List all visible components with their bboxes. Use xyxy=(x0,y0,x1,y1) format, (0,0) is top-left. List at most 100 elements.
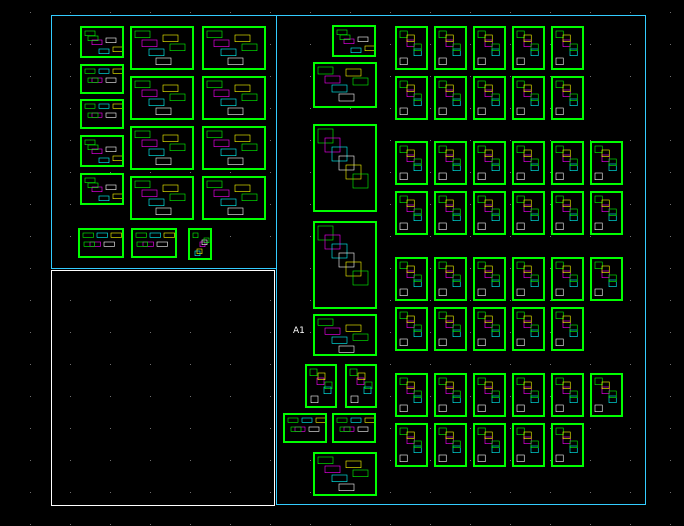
sheet-line xyxy=(608,279,617,287)
drawing-sheet-thumbnail[interactable] xyxy=(395,423,428,467)
sheet-content xyxy=(204,28,264,68)
drawing-sheet-thumbnail[interactable] xyxy=(188,228,212,260)
drawing-sheet-thumbnail[interactable] xyxy=(434,191,467,235)
drawing-sheet-thumbnail[interactable] xyxy=(283,413,327,443)
drawing-sheet-thumbnail[interactable] xyxy=(434,257,467,301)
drawing-sheet-thumbnail[interactable] xyxy=(473,76,506,120)
drawing-sheet-thumbnail[interactable] xyxy=(313,221,377,309)
sheet-line xyxy=(364,45,376,51)
grid-dot xyxy=(30,364,31,365)
drawing-sheet-thumbnail[interactable] xyxy=(590,191,623,235)
drawing-sheet-thumbnail[interactable] xyxy=(80,173,124,205)
sheet-line xyxy=(608,274,617,282)
drawing-sheet-thumbnail[interactable] xyxy=(512,26,545,70)
sheet-line xyxy=(241,193,258,201)
drawing-sheet-thumbnail[interactable] xyxy=(131,228,177,258)
drawing-sheet-thumbnail[interactable] xyxy=(434,141,467,185)
drawing-sheet-thumbnail[interactable] xyxy=(434,307,467,351)
drawing-sheet-thumbnail[interactable] xyxy=(332,25,376,57)
sheet-line xyxy=(406,436,415,444)
drawing-sheet-thumbnail[interactable] xyxy=(313,62,377,108)
drawing-sheet-thumbnail[interactable] xyxy=(473,373,506,417)
sheet-line xyxy=(477,172,486,180)
sheet-line xyxy=(399,107,408,115)
drawing-sheet-thumbnail[interactable] xyxy=(473,141,506,185)
drawing-sheet-thumbnail[interactable] xyxy=(473,191,506,235)
sheet-line xyxy=(452,279,461,287)
sheet-linework xyxy=(516,427,539,462)
drawing-sheet-thumbnail[interactable] xyxy=(395,76,428,120)
sheet-linework xyxy=(516,195,539,230)
drawing-sheet-thumbnail[interactable] xyxy=(551,191,584,235)
drawing-sheet-thumbnail[interactable] xyxy=(345,364,377,408)
drawing-sheet-thumbnail[interactable] xyxy=(512,307,545,351)
drawing-sheet-thumbnail[interactable] xyxy=(512,257,545,301)
drawing-sheet-thumbnail[interactable] xyxy=(332,413,376,443)
sheet-content xyxy=(514,375,543,415)
drawing-sheet-thumbnail[interactable] xyxy=(551,257,584,301)
grid-dot xyxy=(150,12,151,13)
drawing-sheet-thumbnail[interactable] xyxy=(395,191,428,235)
drawing-sheet-thumbnail[interactable] xyxy=(395,257,428,301)
drawing-sheet-thumbnail[interactable] xyxy=(202,126,266,170)
drawing-sheet-thumbnail[interactable] xyxy=(313,124,377,212)
drawing-sheet-thumbnail[interactable] xyxy=(80,64,124,94)
drawing-sheet-thumbnail[interactable] xyxy=(551,76,584,120)
drawing-sheet-thumbnail[interactable] xyxy=(395,373,428,417)
sheet-line xyxy=(452,93,461,101)
sheet-line xyxy=(406,265,415,273)
drawing-sheet-thumbnail[interactable] xyxy=(130,26,194,70)
drawing-sheet-thumbnail[interactable] xyxy=(512,191,545,235)
drawing-sheet-thumbnail[interactable] xyxy=(551,26,584,70)
drawing-sheet-thumbnail[interactable] xyxy=(305,364,337,408)
sheet-content xyxy=(553,78,582,118)
drawing-sheet-thumbnail[interactable] xyxy=(551,141,584,185)
drawing-sheet-thumbnail[interactable] xyxy=(395,26,428,70)
sheet-line xyxy=(530,158,539,166)
grid-dot xyxy=(110,12,111,13)
drawing-sheet-thumbnail[interactable] xyxy=(590,373,623,417)
drawing-sheet-thumbnail[interactable] xyxy=(395,141,428,185)
grid-dot xyxy=(30,268,31,269)
drawing-sheet-thumbnail[interactable] xyxy=(512,76,545,120)
cad-model-space[interactable]: A1 xyxy=(0,0,684,526)
drawing-sheet-thumbnail[interactable] xyxy=(434,423,467,467)
drawing-sheet-thumbnail[interactable] xyxy=(473,307,506,351)
drawing-sheet-thumbnail[interactable] xyxy=(512,423,545,467)
drawing-sheet-thumbnail[interactable] xyxy=(473,257,506,301)
drawing-sheet-thumbnail[interactable] xyxy=(434,26,467,70)
drawing-sheet-thumbnail[interactable] xyxy=(473,26,506,70)
sheet-linework xyxy=(555,195,578,230)
sheet-line xyxy=(530,324,539,332)
drawing-sheet-thumbnail[interactable] xyxy=(313,314,377,356)
drawing-sheet-thumbnail[interactable] xyxy=(80,26,124,58)
drawing-sheet-thumbnail[interactable] xyxy=(551,373,584,417)
drawing-sheet-thumbnail[interactable] xyxy=(80,99,124,129)
drawing-sheet-thumbnail[interactable] xyxy=(551,307,584,351)
drawing-sheet-thumbnail[interactable] xyxy=(202,26,266,70)
sheet-line xyxy=(555,222,564,230)
drawing-sheet-thumbnail[interactable] xyxy=(80,135,124,167)
frame-left-bottom[interactable] xyxy=(51,270,275,506)
drawing-sheet-thumbnail[interactable] xyxy=(590,141,623,185)
drawing-sheet-thumbnail[interactable] xyxy=(395,307,428,351)
drawing-sheet-thumbnail[interactable] xyxy=(130,176,194,220)
sheet-line xyxy=(445,320,454,328)
sheet-content xyxy=(592,375,621,415)
drawing-sheet-thumbnail[interactable] xyxy=(551,423,584,467)
drawing-sheet-thumbnail[interactable] xyxy=(473,423,506,467)
drawing-sheet-thumbnail[interactable] xyxy=(434,373,467,417)
drawing-sheet-thumbnail[interactable] xyxy=(130,76,194,120)
drawing-sheet-thumbnail[interactable] xyxy=(130,126,194,170)
drawing-sheet-thumbnail[interactable] xyxy=(202,76,266,120)
drawing-sheet-thumbnail[interactable] xyxy=(202,176,266,220)
drawing-sheet-thumbnail[interactable] xyxy=(78,228,124,258)
drawing-sheet-thumbnail[interactable] xyxy=(434,76,467,120)
drawing-sheet-thumbnail[interactable] xyxy=(512,141,545,185)
drawing-sheet-thumbnail[interactable] xyxy=(590,257,623,301)
sheet-line xyxy=(491,440,500,448)
sheet-line xyxy=(309,368,318,376)
drawing-sheet-thumbnail[interactable] xyxy=(512,373,545,417)
sheet-line xyxy=(601,265,610,273)
drawing-sheet-thumbnail[interactable] xyxy=(313,452,377,496)
